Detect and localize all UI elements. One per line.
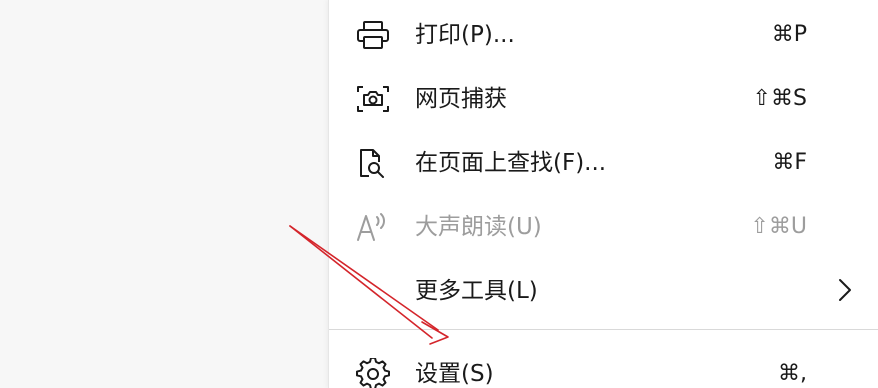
gear-icon bbox=[355, 358, 391, 388]
menu-item-label: 打印(P)... bbox=[415, 22, 515, 48]
screenshot-stage: 打印(P)... ⌘P 网页捕获 ⇧⌘S 在页面上查找(F)... ⌘F 大声朗… bbox=[0, 0, 878, 388]
keyboard-shortcut: ⇧⌘U bbox=[750, 214, 807, 239]
printer-icon bbox=[355, 19, 391, 51]
menu-item-print[interactable]: 打印(P)... ⌘P bbox=[329, 4, 878, 64]
chevron-right-icon bbox=[837, 276, 853, 304]
menu-item-find-on-page[interactable]: 在页面上查找(F)... ⌘F bbox=[329, 132, 878, 192]
menu-item-label: 大声朗读(U) bbox=[415, 214, 542, 240]
keyboard-shortcut: ⌘F bbox=[772, 150, 807, 175]
menu-item-web-capture[interactable]: 网页捕获 ⇧⌘S bbox=[329, 68, 878, 128]
keyboard-shortcut: ⇧⌘S bbox=[752, 86, 807, 111]
browser-context-menu: 打印(P)... ⌘P 网页捕获 ⇧⌘S 在页面上查找(F)... ⌘F 大声朗… bbox=[328, 0, 878, 388]
camera-capture-icon bbox=[355, 83, 391, 115]
keyboard-shortcut: ⌘, bbox=[778, 361, 807, 386]
menu-item-label: 更多工具(L) bbox=[415, 278, 538, 304]
find-in-page-icon bbox=[355, 147, 391, 179]
menu-item-more-tools[interactable]: 更多工具(L) bbox=[329, 260, 878, 320]
menu-item-read-aloud: 大声朗读(U) ⇧⌘U bbox=[329, 196, 878, 256]
menu-item-label: 设置(S) bbox=[415, 361, 494, 387]
keyboard-shortcut: ⌘P bbox=[771, 22, 807, 47]
menu-item-settings[interactable]: 设置(S) ⌘, bbox=[329, 343, 878, 388]
menu-divider bbox=[329, 329, 878, 330]
read-aloud-icon bbox=[355, 211, 391, 243]
menu-item-label: 在页面上查找(F)... bbox=[415, 150, 607, 176]
menu-item-label: 网页捕获 bbox=[415, 86, 507, 112]
